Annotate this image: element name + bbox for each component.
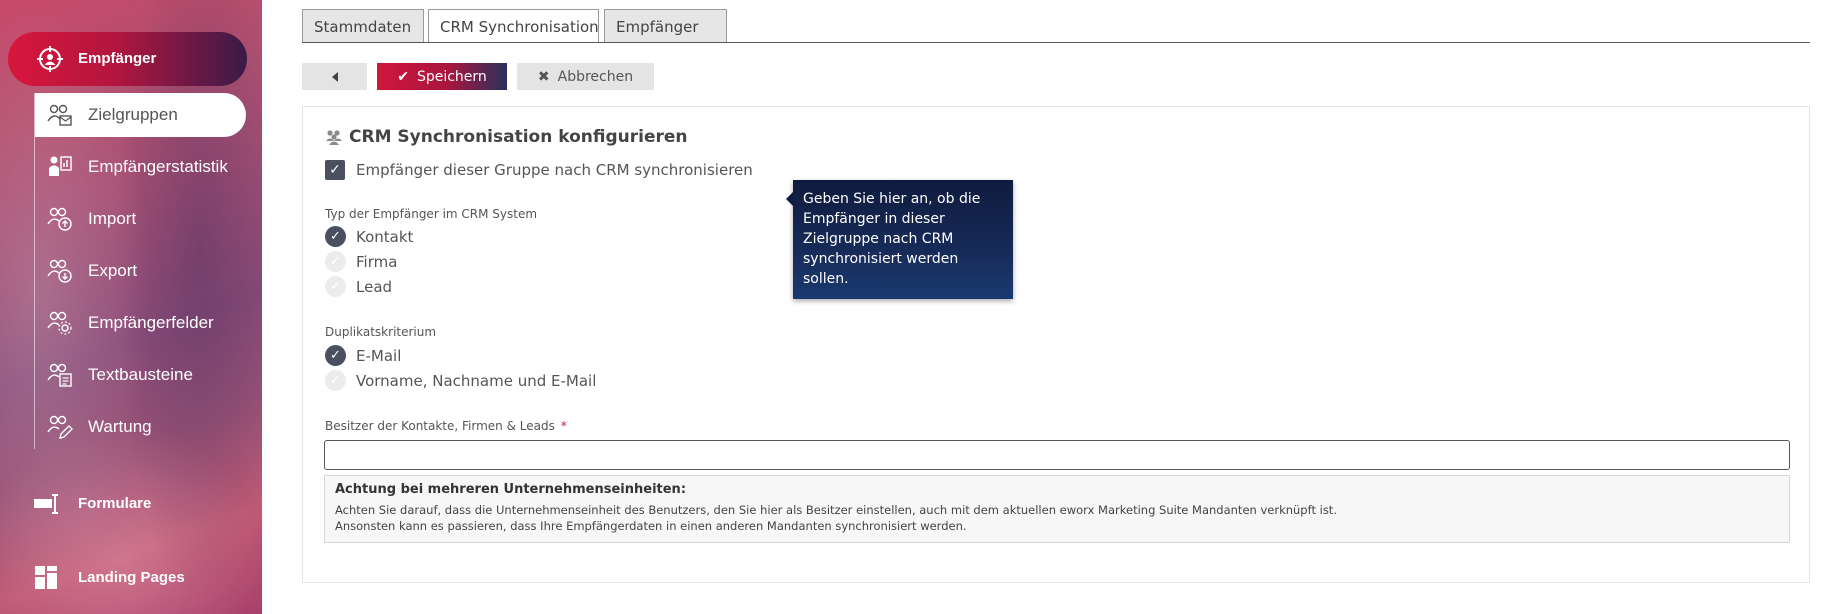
recipient-target-icon xyxy=(37,46,63,72)
sidebar-item-import[interactable]: Import xyxy=(35,197,246,241)
nav-item-label: Formulare xyxy=(78,495,152,512)
statistics-icon xyxy=(49,156,72,176)
note-line: Ansonsten kann es passieren, dass Ihre E… xyxy=(335,519,967,533)
sidebar-item-label: Empfängerstatistik xyxy=(88,157,228,176)
nav-item-empfaenger[interactable]: Empfänger xyxy=(8,32,247,86)
tab-stammdaten[interactable]: Stammdaten xyxy=(302,9,424,43)
note-title: Achtung bei mehreren Unternehmenseinheit… xyxy=(335,482,687,497)
sidebar-item-label: Textbausteine xyxy=(88,365,193,384)
check-icon: ✔ xyxy=(397,68,409,85)
sidebar-item-empfaengerfelder[interactable]: Empfängerfelder xyxy=(35,301,246,345)
close-icon: ✖ xyxy=(537,68,550,85)
cancel-label: Abbrechen xyxy=(557,68,634,85)
warning-note: Achtung bei mehreren Unternehmenseinheit… xyxy=(324,475,1790,543)
radio-indicator[interactable]: ✓ xyxy=(325,226,346,247)
radio-label: E-Mail xyxy=(356,346,402,365)
maintenance-icon xyxy=(47,415,73,439)
sidebar-item-zielgruppen[interactable]: Zielgruppen xyxy=(35,93,246,137)
note-line: Achten Sie darauf, dass die Unternehmens… xyxy=(335,503,1337,517)
panel-title: CRM Synchronisation konfigurieren xyxy=(325,127,688,147)
radio-lead[interactable]: ✓ Lead xyxy=(325,276,392,297)
radio-label: Vorname, Nachname und E-Mail xyxy=(356,371,597,390)
sidebar-item-wartung[interactable]: Wartung xyxy=(35,405,246,449)
landing-pages-icon xyxy=(35,566,57,589)
users-group-icon xyxy=(326,130,342,145)
owner-label: Besitzer der Kontakte, Firmen & Leads * xyxy=(325,419,567,433)
save-label: Speichern xyxy=(416,68,487,85)
duplicate-group-label: Duplikatskriterium xyxy=(325,325,437,339)
nav-item-label: Empfänger xyxy=(78,50,157,67)
sidebar-item-textbausteine[interactable]: Textbausteine xyxy=(35,353,246,397)
radio-label: Firma xyxy=(356,252,398,271)
import-icon xyxy=(47,207,72,231)
sync-checkbox[interactable]: ✓ xyxy=(325,160,345,180)
panel-title-text: CRM Synchronisation konfigurieren xyxy=(349,127,688,147)
tab-label: Stammdaten xyxy=(314,18,412,36)
radio-name-email[interactable]: ✓ Vorname, Nachname und E-Mail xyxy=(325,370,596,391)
radio-indicator[interactable]: ✓ xyxy=(325,345,346,366)
sidebar: Empfänger Zielgruppen Empfängerstatistik xyxy=(0,0,262,614)
radio-label: Kontakt xyxy=(356,227,414,246)
sidebar-item-label: Zielgruppen xyxy=(88,105,178,124)
tab-empfaenger[interactable]: Empfänger xyxy=(604,9,727,43)
export-icon xyxy=(47,259,72,283)
radio-indicator[interactable]: ✓ xyxy=(325,370,346,391)
tab-label: CRM Synchronisation xyxy=(440,18,599,36)
nav-item-landing-pages[interactable]: Landing Pages xyxy=(30,557,250,597)
radio-email[interactable]: ✓ E-Mail xyxy=(325,345,401,366)
owner-label-text: Besitzer der Kontakte, Firmen & Leads xyxy=(325,419,555,433)
forms-icon xyxy=(34,494,58,514)
required-marker: * xyxy=(560,419,567,433)
sidebar-item-empfaengerstatistik[interactable]: Empfängerstatistik xyxy=(35,145,246,189)
radio-indicator[interactable]: ✓ xyxy=(325,276,346,297)
sidebar-item-export[interactable]: Export xyxy=(35,249,246,293)
nav-item-label: Landing Pages xyxy=(78,569,185,586)
tab-crm-synchronisation[interactable]: CRM Synchronisation xyxy=(428,9,599,43)
owner-input[interactable] xyxy=(324,440,1790,470)
radio-kontakt[interactable]: ✓ Kontakt xyxy=(325,226,413,247)
tab-divider xyxy=(302,42,1810,43)
fields-icon xyxy=(47,311,72,335)
caret-left-icon xyxy=(331,71,338,82)
nav-item-formulare[interactable]: Formulare xyxy=(30,483,250,523)
sidebar-item-label: Wartung xyxy=(88,417,152,436)
radio-firma[interactable]: ✓ Firma xyxy=(325,251,397,272)
crm-sync-panel: CRM Synchronisation konfigurieren ✓ Empf… xyxy=(302,106,1810,583)
type-group-label: Typ der Empfänger im CRM System xyxy=(325,207,538,221)
sidebar-item-label: Import xyxy=(88,209,137,228)
save-button[interactable]: ✔ Speichern xyxy=(377,63,507,90)
target-group-icon xyxy=(47,104,72,126)
sidebar-item-label: Empfängerfelder xyxy=(88,313,214,332)
text-blocks-icon xyxy=(47,363,72,387)
radio-indicator[interactable]: ✓ xyxy=(325,251,346,272)
sync-checkbox-label: Empfänger dieser Gruppe nach CRM synchro… xyxy=(356,161,753,179)
tab-label: Empfänger xyxy=(616,18,699,36)
cancel-button[interactable]: ✖ Abbrechen xyxy=(517,63,654,90)
sync-checkbox-row[interactable]: ✓ Empfänger dieser Gruppe nach CRM synch… xyxy=(325,160,753,180)
help-tooltip: Geben Sie hier an, ob die Empfänger in d… xyxy=(786,180,1013,299)
sidebar-item-label: Export xyxy=(88,261,138,280)
back-button[interactable] xyxy=(302,63,367,90)
radio-label: Lead xyxy=(356,277,393,296)
